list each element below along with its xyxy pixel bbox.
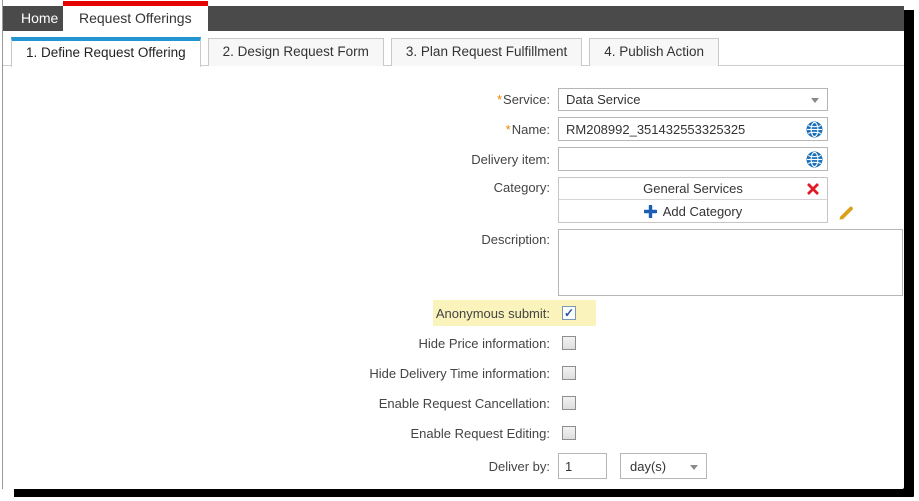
- hide-delivery-time-label: Hide Delivery Time information:: [3, 366, 558, 381]
- delivery-item-field-wrap: [558, 147, 828, 171]
- description-label: Description:: [3, 232, 558, 247]
- add-category-label: Add Category: [663, 204, 743, 219]
- enable-cancellation-label: Enable Request Cancellation:: [3, 396, 558, 411]
- hide-delivery-time-checkbox[interactable]: [562, 366, 576, 380]
- tab-plan-request-fulfillment[interactable]: 3. Plan Request Fulfillment: [391, 38, 582, 66]
- service-label: *Service:: [3, 92, 558, 107]
- category-box: General Services Add Category: [558, 177, 828, 223]
- tab-design-request-form[interactable]: 2. Design Request Form: [208, 38, 384, 66]
- service-value: Data Service: [566, 92, 640, 107]
- name-input[interactable]: [559, 118, 827, 140]
- category-item-label: General Services: [643, 181, 743, 196]
- deliver-by-unit-select[interactable]: day(s): [620, 453, 707, 479]
- delivery-item-label: Delivery item:: [3, 152, 558, 167]
- name-field-wrap: [558, 117, 828, 141]
- tab-define-request-offering[interactable]: 1. Define Request Offering: [11, 37, 201, 67]
- delivery-item-input[interactable]: [559, 148, 827, 170]
- top-nav: Home Request Offerings: [3, 0, 904, 36]
- category-label: Category:: [3, 180, 558, 195]
- enable-editing-checkbox[interactable]: [562, 426, 576, 440]
- enable-cancellation-checkbox[interactable]: [562, 396, 576, 410]
- deliver-by-unit-value: day(s): [630, 459, 666, 474]
- category-widget: General Services Add Category: [558, 177, 855, 223]
- chevron-down-icon: [811, 98, 819, 103]
- category-item: General Services: [559, 178, 827, 200]
- name-label: *Name:: [3, 122, 558, 137]
- tab-publish-action[interactable]: 4. Publish Action: [589, 38, 719, 66]
- service-select[interactable]: Data Service: [558, 88, 828, 111]
- hide-price-checkbox[interactable]: [562, 336, 576, 350]
- anonymous-submit-row: Anonymous submit: ✓: [3, 303, 904, 323]
- globe-icon[interactable]: [806, 121, 823, 138]
- wizard-tab-bar: 1. Define Request Offering 2. Design Req…: [3, 37, 904, 66]
- hide-price-label: Hide Price information:: [3, 336, 558, 351]
- required-mark: *: [497, 92, 502, 107]
- nav-tab-request-offerings[interactable]: Request Offerings: [63, 1, 208, 31]
- remove-category-icon[interactable]: [806, 182, 820, 196]
- deliver-by-label: Deliver by:: [3, 459, 558, 474]
- edit-pencil-icon[interactable]: [837, 204, 855, 222]
- deliver-by-input[interactable]: [558, 453, 607, 479]
- define-request-offering-form: *Service: Data Service *Name:: [3, 66, 904, 489]
- chevron-down-icon: [690, 465, 698, 470]
- anonymous-submit-label: Anonymous submit:: [3, 306, 558, 321]
- description-textarea[interactable]: [558, 229, 903, 296]
- required-mark: *: [506, 122, 511, 137]
- anonymous-submit-checkbox[interactable]: ✓: [562, 306, 576, 320]
- globe-icon[interactable]: [806, 151, 823, 168]
- enable-editing-label: Enable Request Editing:: [3, 426, 558, 441]
- check-icon: ✓: [564, 306, 574, 320]
- screenshot: Home Request Offerings 1. Define Request…: [0, 0, 919, 501]
- add-category-button[interactable]: Add Category: [559, 200, 827, 222]
- app-window: Home Request Offerings 1. Define Request…: [2, 0, 904, 489]
- plus-icon: [644, 205, 657, 218]
